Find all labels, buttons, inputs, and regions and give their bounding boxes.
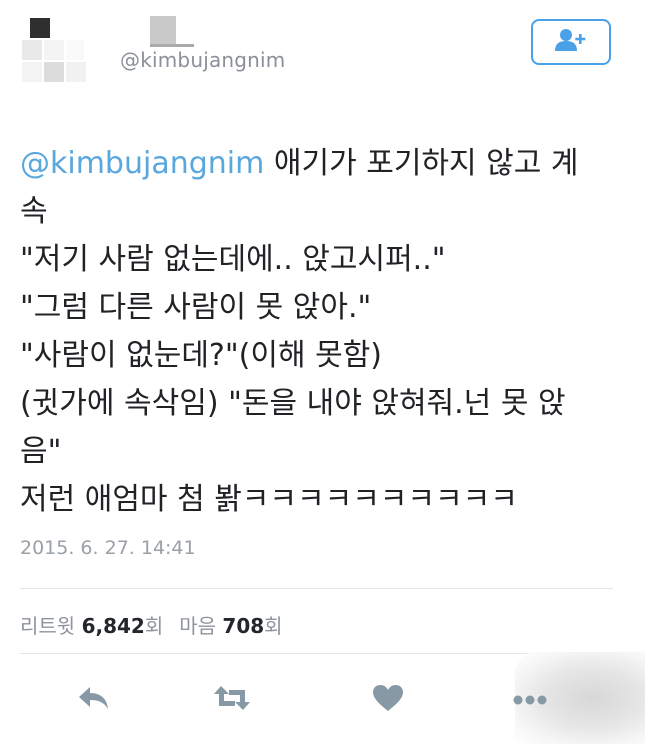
tweet-line: "그럼 다른 사람이 못 앉아." bbox=[20, 290, 372, 325]
tweet-line-text: 애기가 포기하지 않고 계 bbox=[264, 146, 579, 181]
more-icon bbox=[512, 691, 548, 710]
tweet-stats: 리트윗 6,842회 마음 708회 bbox=[20, 610, 283, 639]
retweets-label: 리트윗 bbox=[20, 614, 76, 638]
tweet-line: "저기 사람 없는데에.. 앉고시퍼.." bbox=[20, 242, 446, 277]
add-user-icon bbox=[554, 28, 588, 56]
tweet-line: @kimbujangnim 애기가 포기하지 않고 계 bbox=[20, 140, 620, 188]
tweet-text: @kimbujangnim 애기가 포기하지 않고 계 속 "저기 사람 없는데… bbox=[20, 140, 620, 524]
like-button[interactable] bbox=[368, 682, 408, 718]
retweet-button[interactable] bbox=[212, 682, 252, 718]
likes-stat[interactable]: 마음 708회 bbox=[179, 614, 282, 638]
timestamp: 2015. 6. 27. 14:41 bbox=[20, 537, 196, 559]
likes-label: 마음 bbox=[179, 614, 217, 638]
follow-button[interactable] bbox=[531, 19, 611, 65]
divider bbox=[20, 588, 613, 589]
heart-icon bbox=[372, 684, 404, 716]
retweets-stat[interactable]: 리트윗 6,842회 bbox=[20, 614, 163, 638]
tweet-line: 음" bbox=[20, 434, 62, 469]
divider bbox=[20, 653, 613, 654]
retweets-unit: 회 bbox=[144, 614, 164, 638]
retweets-count: 6,842 bbox=[81, 614, 145, 638]
reply-button[interactable] bbox=[74, 682, 114, 718]
reply-icon bbox=[78, 685, 110, 715]
tweet-line: 저런 애엄마 첨 봙ㅋㅋㅋㅋㅋㅋㅋㅋㅋㅋ bbox=[20, 482, 518, 517]
tweet-line: "사람이 없눈데?"(이해 못함) bbox=[20, 338, 383, 373]
likes-count: 708 bbox=[222, 614, 265, 638]
tweet-line: 속 bbox=[20, 194, 48, 229]
likes-unit: 회 bbox=[264, 614, 283, 638]
action-bar bbox=[0, 670, 645, 730]
user-handle[interactable]: @kimbujangnim bbox=[120, 48, 286, 72]
retweet-icon bbox=[213, 684, 251, 716]
mention-link[interactable]: @kimbujangnim bbox=[20, 146, 264, 181]
more-button[interactable] bbox=[510, 682, 550, 718]
avatar[interactable] bbox=[22, 18, 102, 98]
display-name-redacted bbox=[150, 14, 196, 48]
tweet-line: (귓가에 속삭임) "돈을 내야 앉혀줘.넌 못 앉 bbox=[20, 386, 566, 421]
